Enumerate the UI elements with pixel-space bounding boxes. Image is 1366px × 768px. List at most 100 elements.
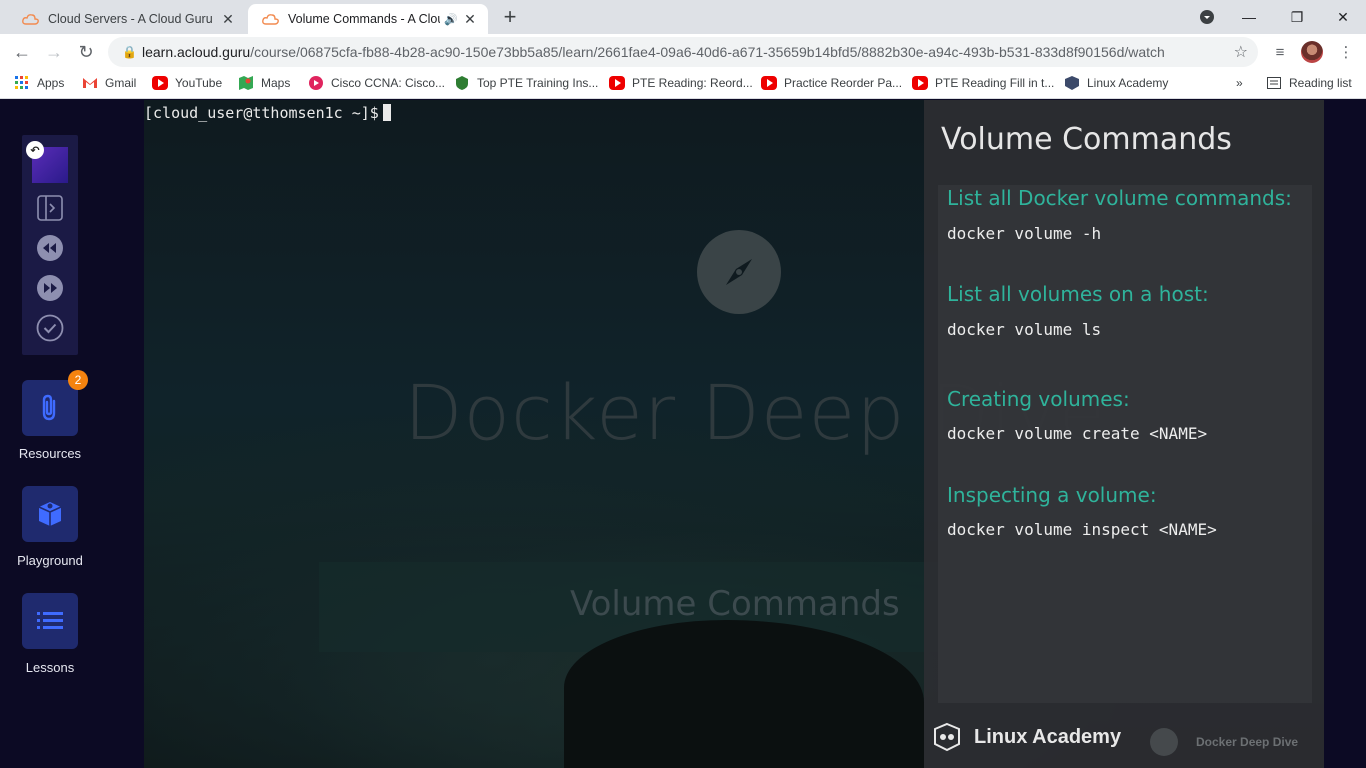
maximize-button[interactable]: ❐ (1274, 0, 1320, 34)
bookmark-youtube[interactable]: YouTube (152, 76, 222, 90)
fast-forward-icon[interactable] (35, 273, 65, 303)
bookmark-top-pte[interactable]: Top PTE Training Ins... (454, 76, 598, 90)
course-watermark: Docker Deep Dive (1150, 728, 1298, 756)
menu-kebab-icon[interactable]: ⋮ (1334, 40, 1358, 64)
resources-count-badge: 2 (68, 370, 88, 390)
section-command: docker volume ls (947, 320, 1102, 339)
youtube-icon (912, 76, 928, 90)
player-controls: ↶ (22, 135, 78, 355)
youtube-icon (152, 76, 168, 90)
speaker-icon[interactable]: 🔊 (444, 13, 458, 26)
address-bar[interactable]: 🔒 learn.acloud.guru/course/06875cfa-fb88… (108, 37, 1258, 67)
forward-arrow-icon[interactable]: → (40, 38, 68, 66)
close-window-button[interactable]: ✕ (1320, 0, 1366, 34)
pte-training-icon (456, 76, 468, 90)
apps-grid-icon (15, 76, 28, 89)
reading-list-label: Reading list (1289, 76, 1352, 90)
back-arrow-icon[interactable]: ↶ (26, 141, 44, 159)
browser-tab-volume-commands[interactable]: Volume Commands - A Cloud Guru 🔊 ✕ (248, 4, 488, 34)
bookmark-label: Gmail (105, 76, 137, 90)
reading-list-icon (1267, 77, 1281, 89)
acloudguru-cloud-icon (262, 14, 279, 25)
new-tab-button[interactable]: + (498, 6, 522, 30)
section-command: docker volume create <NAME> (947, 424, 1208, 443)
lessons-label: Lessons (25, 660, 75, 675)
youtube-icon (609, 76, 625, 90)
bookmark-label: Top PTE Training Ins... (477, 76, 599, 90)
footer-course: Docker Deep Dive (1196, 735, 1299, 749)
bookmark-label: Cisco CCNA: Cisco... (331, 76, 446, 90)
tab-title: Volume Commands - A Cloud Guru (288, 12, 440, 26)
playground-button[interactable] (22, 486, 78, 542)
section-heading: Creating volumes: (947, 387, 1130, 411)
back-arrow-icon[interactable]: ← (8, 38, 36, 66)
terminal-prompt: [cloud_user@tthomsen1c ~]$ (144, 104, 391, 122)
lesson-thumbnail[interactable]: ↶ (26, 141, 68, 183)
section-heading: List all Docker volume commands: (947, 186, 1292, 210)
slide-panel: Volume Commands List all Docker volume c… (924, 100, 1324, 768)
resources-label: Resources (18, 446, 82, 461)
video-player[interactable]: Docker Deep Dive Volume Commands [cloud_… (144, 100, 1324, 768)
linux-academy-icon (1065, 76, 1079, 90)
bookmark-cisco-ccna[interactable]: Cisco CCNA: Cisco... (308, 76, 445, 90)
rewind-icon[interactable] (35, 233, 65, 263)
bookmark-label: Maps (261, 76, 291, 90)
lock-icon: 🔒 (122, 45, 137, 59)
maps-icon (239, 76, 253, 90)
bookmark-label: PTE Reading Fill in t... (935, 76, 1055, 90)
bookmark-label: Apps (37, 76, 65, 90)
media-control-icon[interactable]: ≡ (1268, 40, 1292, 64)
footer-brand: Linux Academy (974, 725, 1122, 748)
section-command: docker volume -h (947, 224, 1102, 243)
bookmark-label: PTE Reading: Reord... (632, 76, 753, 90)
reload-icon[interactable]: ↻ (72, 38, 100, 66)
compass-small-icon (1150, 728, 1178, 756)
paperclip-icon (42, 394, 56, 421)
bookmark-maps[interactable]: Maps (238, 76, 290, 90)
mark-complete-icon[interactable] (35, 313, 65, 343)
profile-dropdown-icon[interactable] (1190, 0, 1224, 34)
bookmark-label: YouTube (175, 76, 223, 90)
cube-icon (38, 502, 62, 526)
owl-icon (934, 722, 960, 752)
bookmark-linux-academy[interactable]: Linux Academy (1064, 76, 1168, 90)
bookmark-pte-fill[interactable]: PTE Reading Fill in t... (912, 76, 1054, 90)
browser-toolbar: ← → ↻ 🔒 learn.acloud.guru/course/06875cf… (0, 34, 1366, 70)
youtube-icon (761, 76, 777, 90)
section-heading: List all volumes on a host: (947, 282, 1209, 306)
url-host: learn.acloud.guru (142, 44, 251, 60)
bookmark-apps[interactable]: Apps (14, 76, 64, 90)
reading-list-button[interactable]: Reading list (1266, 76, 1352, 90)
bookmark-pte-reading-reorder[interactable]: PTE Reading: Reord... (609, 76, 753, 90)
bookmark-gmail[interactable]: Gmail (82, 76, 136, 90)
minimize-button[interactable]: — (1226, 0, 1272, 34)
slide-title: Volume Commands (941, 122, 1232, 157)
video-background-subtitle: Volume Commands (570, 584, 900, 624)
url-path: /course/06875cfa-fb88-4b28-ac90-150e73bb… (250, 44, 1165, 60)
course-player: ↶ 2 Resources Playground Lessons Docker … (0, 100, 1366, 768)
close-tab-icon[interactable]: ✕ (220, 11, 236, 28)
playground-label: Playground (17, 553, 83, 568)
bookmark-practice-reorder[interactable]: Practice Reorder Pa... (761, 76, 902, 90)
bookmarks-bar: Apps Gmail YouTube Maps Cisco CCNA: Cisc… (0, 70, 1366, 99)
cisco-icon (309, 76, 323, 90)
tab-title: Cloud Servers - A Cloud Guru (48, 12, 213, 26)
terminal-cursor (382, 104, 391, 121)
browser-tab-bar: Cloud Servers - A Cloud Guru ✕ Volume Co… (0, 0, 1366, 34)
bookmarks-overflow-icon[interactable]: » (1236, 76, 1243, 90)
browser-tab-cloud-servers[interactable]: Cloud Servers - A Cloud Guru ✕ (8, 4, 246, 34)
resources-button[interactable] (22, 380, 78, 436)
acloudguru-cloud-icon (22, 14, 39, 25)
terminal-prompt-text: [cloud_user@tthomsen1c ~]$ (144, 104, 379, 122)
section-heading: Inspecting a volume: (947, 483, 1157, 507)
toggle-panel-icon[interactable] (35, 193, 65, 223)
lessons-button[interactable] (22, 593, 78, 649)
linux-academy-logo: Linux Academy (932, 722, 1121, 752)
bookmark-label: Linux Academy (1087, 76, 1169, 90)
section-command: docker volume inspect <NAME> (947, 520, 1217, 539)
slide-inner-box (938, 185, 1312, 703)
bookmark-star-icon[interactable]: ☆ (1234, 42, 1248, 62)
profile-avatar[interactable] (1300, 40, 1324, 64)
close-tab-icon[interactable]: ✕ (462, 11, 478, 28)
left-sidebar: ↶ 2 Resources Playground Lessons (0, 100, 100, 768)
